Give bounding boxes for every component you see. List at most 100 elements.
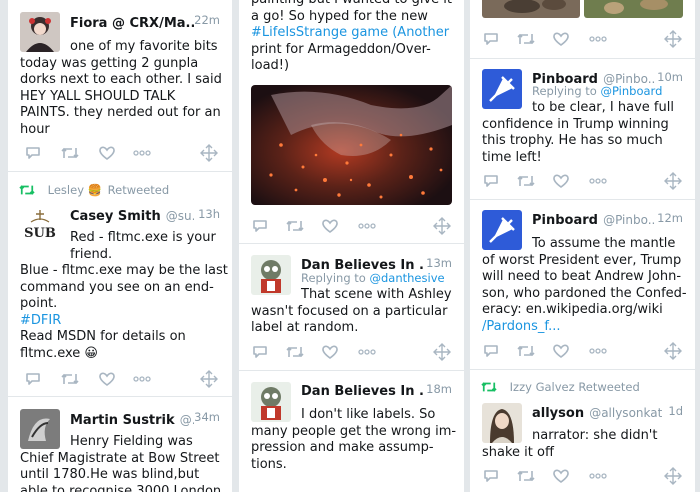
retweet-icon[interactable] <box>516 342 536 360</box>
timestamp[interactable]: 13m <box>426 256 452 270</box>
like-icon[interactable] <box>552 342 570 360</box>
timestamp[interactable]: 12m <box>657 211 683 225</box>
retweet-context: Izzy Galvez Retweeted <box>480 380 640 394</box>
tweet-text: To assume the mantle of worst President … <box>482 236 694 335</box>
like-icon[interactable] <box>552 30 570 48</box>
retweet-icon[interactable] <box>60 144 80 162</box>
drag-icon[interactable] <box>433 217 451 235</box>
tweet-text: narrator: she didn't shake it off <box>482 428 658 460</box>
tweet-actions <box>253 217 452 237</box>
retweeted-label: Retweeted <box>578 380 640 394</box>
author-name[interactable]: Martin Sustrik <box>70 413 175 428</box>
drag-icon[interactable] <box>200 144 218 162</box>
tweet-actions <box>253 343 452 363</box>
reply-icon[interactable] <box>251 217 269 235</box>
retweet-icon[interactable] <box>60 370 80 388</box>
more-icon[interactable] <box>357 217 377 235</box>
timestamp[interactable]: 13h <box>198 207 220 221</box>
retweet-icon[interactable] <box>285 343 305 361</box>
tweet-actions <box>24 144 220 164</box>
column-3: Pinboard @Pinbo... 10m Replying to @Pinb… <box>470 0 695 492</box>
author-name[interactable]: Pinboard <box>532 213 598 228</box>
more-icon[interactable] <box>132 370 152 388</box>
like-icon[interactable] <box>321 217 339 235</box>
tweet-actions <box>484 30 683 50</box>
hashtag-link[interactable]: #LifeIsStrange game (Another <box>251 25 449 40</box>
author-name[interactable]: allyson <box>532 406 584 421</box>
author-handle[interactable]: @Pinbo... <box>603 213 656 227</box>
reply-icon[interactable] <box>24 144 42 162</box>
tweet-card[interactable] <box>470 0 695 58</box>
tweet-media-image[interactable] <box>251 85 452 205</box>
more-icon[interactable] <box>588 467 608 485</box>
timestamp[interactable]: 18m <box>426 382 452 396</box>
tweet-actions <box>24 370 220 390</box>
like-icon[interactable] <box>321 343 339 361</box>
more-icon[interactable] <box>357 343 377 361</box>
tweet-text: Red - fltmc.exe is your friend. Blue - f… <box>20 230 230 362</box>
author-name[interactable]: Casey Smith <box>70 209 161 224</box>
tweet-card[interactable]: Martin Sustrik @... 34m Henry Fielding w… <box>8 397 232 492</box>
retweeter-name[interactable]: Izzy Galvez <box>510 380 575 394</box>
more-icon[interactable] <box>132 144 152 162</box>
tweet-card[interactable]: Dan Believes In ... 18m I don't like lab… <box>239 371 464 492</box>
hashtag-link[interactable]: #DFIR <box>20 313 230 330</box>
tweet-text: That scene with Ashley wasn't focused on… <box>251 287 452 335</box>
retweeter-name[interactable]: Lesley <box>48 183 84 197</box>
more-icon[interactable] <box>588 172 608 190</box>
retweet-icon[interactable] <box>516 172 536 190</box>
drag-icon[interactable] <box>664 30 682 48</box>
tweet-text: I don't like labels. So many people get … <box>251 407 457 472</box>
retweet-icon[interactable] <box>516 467 536 485</box>
wiki-link[interactable]: /Pardons_f... <box>482 319 694 336</box>
tweet-card[interactable]: Pinboard @Pinbo... 12m To assume the man… <box>470 200 695 369</box>
tweet-text: to be clear, I have full confidence in T… <box>482 100 674 165</box>
tweet-text: Henry Fielding was Chief Magistrate at B… <box>20 434 222 492</box>
retweet-icon[interactable] <box>285 217 305 235</box>
tweet-text: painting but I wanted to give it a go! S… <box>251 0 452 73</box>
more-icon[interactable] <box>588 342 608 360</box>
author-name[interactable]: Fiora @ CRX/Ma... <box>70 16 194 31</box>
tweet-media-image[interactable] <box>482 0 580 18</box>
drag-icon[interactable] <box>664 342 682 360</box>
author-handle[interactable]: @allysonkate <box>589 406 662 420</box>
drag-icon[interactable] <box>433 343 451 361</box>
retweet-icon <box>19 185 35 195</box>
tweet-actions <box>484 467 683 487</box>
drag-icon[interactable] <box>664 467 682 485</box>
drag-icon[interactable] <box>200 370 218 388</box>
timestamp[interactable]: 10m <box>657 70 683 84</box>
retweet-icon[interactable] <box>516 30 536 48</box>
reply-icon[interactable] <box>251 343 269 361</box>
timestamp[interactable]: 1d <box>668 404 683 418</box>
drag-icon[interactable] <box>664 172 682 190</box>
timestamp[interactable]: 22m <box>194 13 220 27</box>
timestamp[interactable]: 34m <box>194 410 220 424</box>
tweet-media-image[interactable] <box>584 0 683 18</box>
more-icon[interactable] <box>588 30 608 48</box>
tweet-card[interactable]: Fiora @ CRX/Ma... 22m one of my favorite… <box>8 0 232 171</box>
tweet-card[interactable]: painting but I wanted to give it a go! S… <box>239 0 464 243</box>
tweet-card[interactable]: Lesley 🍔 Retweeted SUB Casey Smith @su..… <box>8 172 232 396</box>
author-handle[interactable]: @... <box>180 413 194 427</box>
author-handle[interactable]: @su... <box>166 209 194 223</box>
tweet-card[interactable]: Pinboard @Pinbo... 10m Replying to @Pinb… <box>470 59 695 199</box>
author-name[interactable]: Dan Believes In ... <box>301 384 425 399</box>
reply-icon[interactable] <box>482 342 500 360</box>
like-icon[interactable] <box>552 172 570 190</box>
reply-handle-link[interactable]: @danthesive <box>370 271 445 285</box>
tweet-actions <box>484 172 683 192</box>
reply-icon[interactable] <box>24 370 42 388</box>
reply-icon[interactable] <box>482 467 500 485</box>
tweet-actions <box>484 342 683 362</box>
reply-handle-link[interactable]: @Pinboard <box>601 84 663 98</box>
like-icon[interactable] <box>98 144 116 162</box>
tweet-card[interactable]: Dan Believes In ... 13m Replying to @dan… <box>239 244 464 370</box>
reply-icon[interactable] <box>482 30 500 48</box>
like-icon[interactable] <box>98 370 116 388</box>
reply-icon[interactable] <box>482 172 500 190</box>
tweet-card[interactable]: Izzy Galvez Retweeted allyson @allysonka… <box>470 370 695 492</box>
like-icon[interactable] <box>552 467 570 485</box>
retweet-icon <box>481 382 497 392</box>
column-2: painting but I wanted to give it a go! S… <box>239 0 464 492</box>
